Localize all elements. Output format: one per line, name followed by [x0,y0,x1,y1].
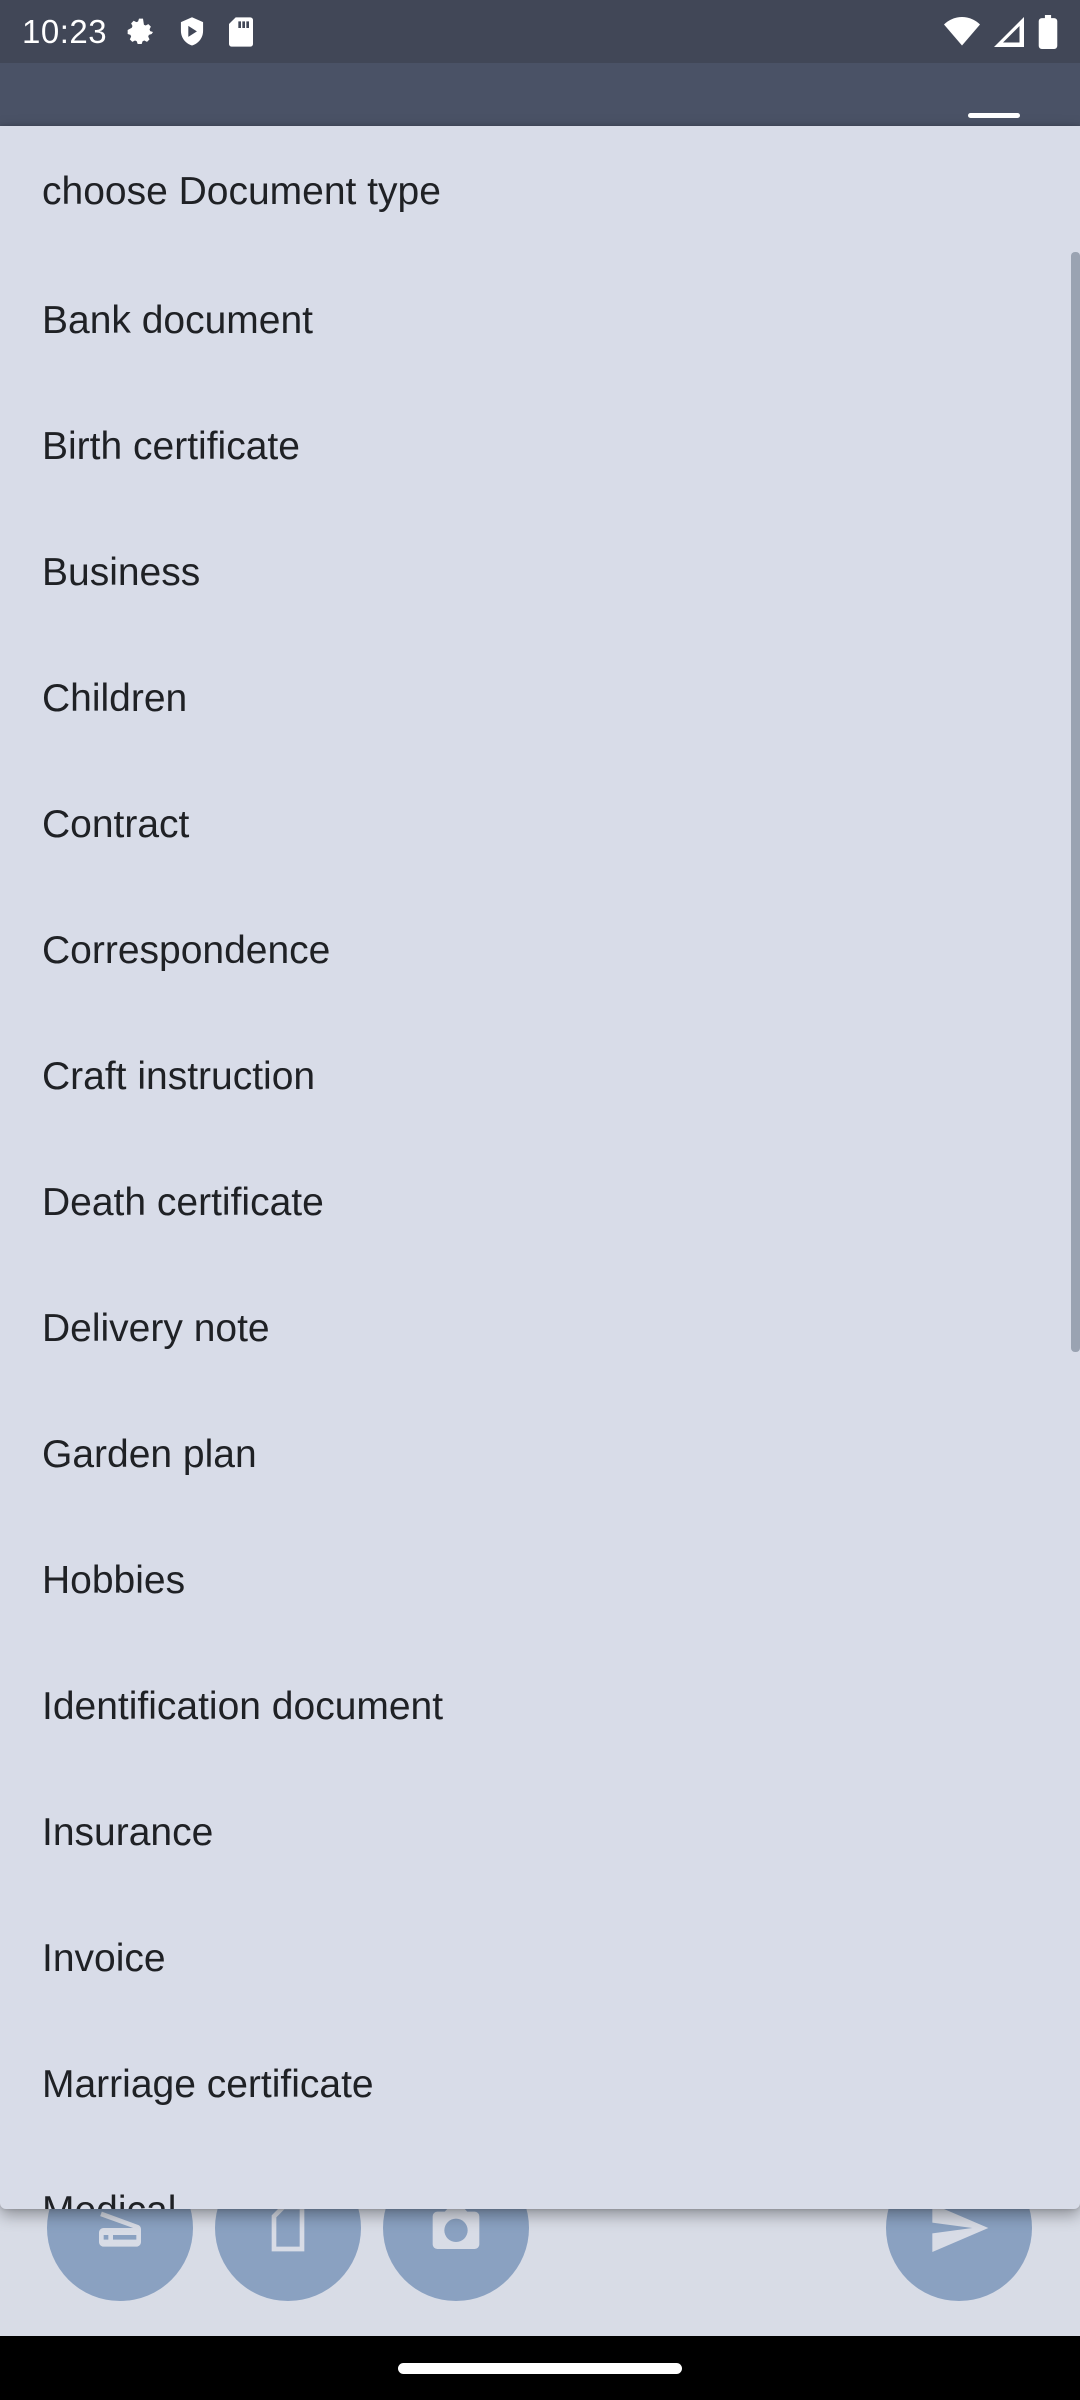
battery-icon [1038,14,1058,49]
status-time: 10:23 [22,12,108,50]
gear-icon [125,16,157,48]
dropdown-item-medical[interactable]: Medical [0,2148,1080,2209]
status-bar: 10:23 [0,0,1080,63]
dropdown-item-identification-document[interactable]: Identification document [0,1644,1080,1770]
dropdown-item-placeholder[interactable]: choose Document type [0,126,1080,258]
wifi-icon [944,16,980,47]
dropdown-item-craft-instruction[interactable]: Craft instruction [0,1014,1080,1140]
dropdown-scrollbar[interactable] [1071,252,1080,1352]
dropdown-item-children[interactable]: Children [0,636,1080,762]
navigation-bar [0,2336,1080,2400]
menu-icon[interactable] [968,113,1020,118]
dropdown-item-business[interactable]: Business [0,510,1080,636]
dropdown-item-invoice[interactable]: Invoice [0,1896,1080,2022]
shield-icon [177,16,207,48]
status-right-icons [944,14,1058,49]
dropdown-item-birth-certificate[interactable]: Birth certificate [0,384,1080,510]
status-left-icons [125,16,255,48]
dropdown-item-death-certificate[interactable]: Death certificate [0,1140,1080,1266]
dropdown-item-hobbies[interactable]: Hobbies [0,1518,1080,1644]
dropdown-item-marriage-certificate[interactable]: Marriage certificate [0,2022,1080,2148]
dropdown-item-garden-plan[interactable]: Garden plan [0,1392,1080,1518]
home-gesture-handle[interactable] [398,2363,682,2374]
dropdown-item-bank-document[interactable]: Bank document [0,258,1080,384]
dropdown-item-correspondence[interactable]: Correspondence [0,888,1080,1014]
app-bar [0,63,1080,133]
dropdown-item-contract[interactable]: Contract [0,762,1080,888]
cell-signal-icon [994,16,1024,47]
sd-card-icon [227,16,255,48]
dropdown-item-delivery-note[interactable]: Delivery note [0,1266,1080,1392]
document-type-dropdown: choose Document type Bank document Birth… [0,126,1080,2209]
dropdown-item-insurance[interactable]: Insurance [0,1770,1080,1896]
